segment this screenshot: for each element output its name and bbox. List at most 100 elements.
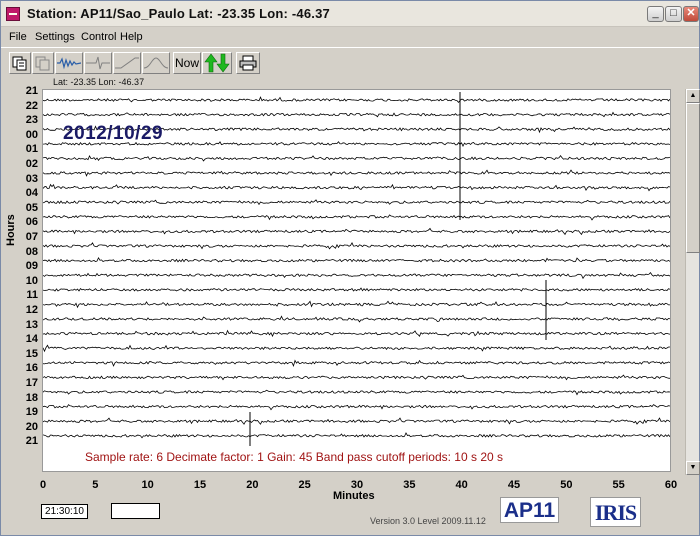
hour-label: 17: [25, 377, 38, 389]
filter-curve-icon: [144, 57, 168, 69]
ramp-icon: [115, 57, 139, 69]
hour-label: 03: [25, 172, 38, 185]
copy-button[interactable]: [9, 52, 31, 74]
hours-axis-label: Hours: [5, 214, 17, 246]
window-title: Station: AP11/Sao_Paulo Lat: -23.35 Lon:…: [27, 6, 330, 21]
hour-label: 01: [25, 143, 38, 156]
hour-trace: [43, 417, 670, 425]
hour-label: 21: [25, 435, 38, 448]
hour-label: 06: [25, 216, 38, 229]
waveform-icon: [57, 57, 81, 70]
waveform-button[interactable]: [55, 52, 83, 74]
hour-label: 09: [25, 260, 38, 273]
hour-label: 00: [25, 128, 38, 141]
vertical-scrollbar[interactable]: ▲ ▼: [685, 89, 700, 475]
toolbar: Now: [1, 47, 699, 77]
hour-trace: [43, 329, 670, 338]
print-button[interactable]: [236, 52, 260, 74]
minutes-axis-label: Minutes: [333, 490, 375, 502]
hour-label: 20: [25, 420, 38, 433]
hour-trace: [43, 432, 670, 439]
hour-trace: [43, 404, 670, 411]
minute-tick-label: 5: [92, 479, 99, 491]
station-logo: AP11: [500, 497, 559, 523]
paste-button[interactable]: [32, 52, 54, 74]
spike-button[interactable]: [84, 52, 112, 74]
hour-label: 05: [25, 201, 38, 214]
ramp-button[interactable]: [113, 52, 141, 74]
minute-tick-label: 35: [403, 479, 416, 491]
menu-control[interactable]: Control: [81, 31, 116, 43]
hour-trace: [43, 344, 670, 353]
scroll-arrows-button[interactable]: [202, 52, 232, 74]
hour-trace: [43, 169, 670, 177]
hour-trace: [43, 111, 670, 118]
current-time-box: 21:30:10: [41, 504, 88, 519]
hour-label: 12: [25, 304, 38, 316]
iris-logo: IRIS: [590, 497, 641, 527]
hour-trace: [43, 271, 670, 280]
hour-trace: [43, 359, 670, 368]
blank-input-box[interactable]: [111, 503, 160, 519]
minimize-button[interactable]: _: [647, 6, 664, 22]
menu-file[interactable]: File: [9, 31, 27, 43]
hour-trace: [43, 199, 670, 206]
hour-label: 07: [25, 231, 38, 243]
hour-label: 14: [25, 333, 38, 346]
scroll-down-button[interactable]: ▼: [686, 461, 700, 475]
copy-icon: [12, 56, 27, 71]
close-button[interactable]: ✕: [683, 6, 699, 22]
menu-help[interactable]: Help: [120, 31, 143, 43]
hour-label: 19: [25, 406, 38, 419]
scroll-up-button[interactable]: ▲: [686, 89, 700, 103]
seismogram-traces: [43, 92, 670, 446]
hour-label: 10: [25, 274, 38, 287]
hour-label: 23: [25, 114, 38, 127]
hour-trace: [43, 214, 670, 221]
title-bar[interactable]: Station: AP11/Sao_Paulo Lat: -23.35 Lon:…: [1, 1, 699, 27]
hour-label: 21: [25, 85, 38, 97]
hour-label: 02: [25, 158, 38, 170]
scroll-thumb[interactable]: [686, 103, 700, 253]
hour-trace: [43, 227, 670, 236]
hour-trace: [43, 389, 670, 396]
spike-icon: [86, 56, 110, 70]
minute-tick-label: 50: [560, 479, 573, 491]
hour-label: 04: [25, 187, 38, 200]
hour-label: 22: [25, 99, 38, 112]
hour-trace: [43, 183, 670, 192]
scroll-arrows-icon: [204, 53, 230, 73]
print-icon: [239, 55, 257, 71]
hour-trace: [43, 300, 670, 309]
hour-trace: [43, 242, 670, 250]
now-button[interactable]: Now: [173, 52, 201, 74]
minute-tick-label: 55: [612, 479, 625, 491]
version-label: Version 3.0 Level 2009.11.12: [370, 516, 486, 526]
hour-label: 15: [25, 347, 38, 360]
app-icon: [6, 7, 20, 21]
minute-tick-label: 20: [246, 479, 259, 491]
minute-tick-label: 15: [193, 479, 207, 491]
hour-trace: [43, 154, 670, 162]
maximize-button[interactable]: □: [665, 6, 682, 22]
hour-label: 13: [25, 318, 38, 331]
filter-curve-button[interactable]: [142, 52, 170, 74]
paste-icon: [35, 56, 50, 71]
hour-trace: [43, 315, 670, 323]
hour-trace: [43, 374, 670, 381]
hour-trace: [43, 256, 670, 263]
hour-trace: [43, 287, 670, 292]
minute-tick-label: 10: [141, 479, 154, 491]
hour-label: 11: [26, 289, 38, 302]
minute-tick-label: 40: [455, 479, 468, 491]
menu-bar: File Settings Control Help: [1, 28, 699, 47]
hour-label: 16: [25, 362, 38, 375]
minute-tick-label: 45: [507, 479, 521, 491]
minute-tick-label: 25: [298, 479, 311, 491]
seismograph-window: Station: AP11/Sao_Paulo Lat: -23.35 Lon:…: [0, 0, 700, 536]
date-label: 2012/10/29: [63, 123, 164, 144]
seismogram-plot[interactable]: 2012/10/29 Sample rate: 6 Decimate facto…: [42, 89, 671, 472]
filter-info: Sample rate: 6 Decimate factor: 1 Gain: …: [85, 450, 504, 464]
menu-settings[interactable]: Settings: [35, 31, 75, 43]
hour-trace: [43, 96, 670, 104]
